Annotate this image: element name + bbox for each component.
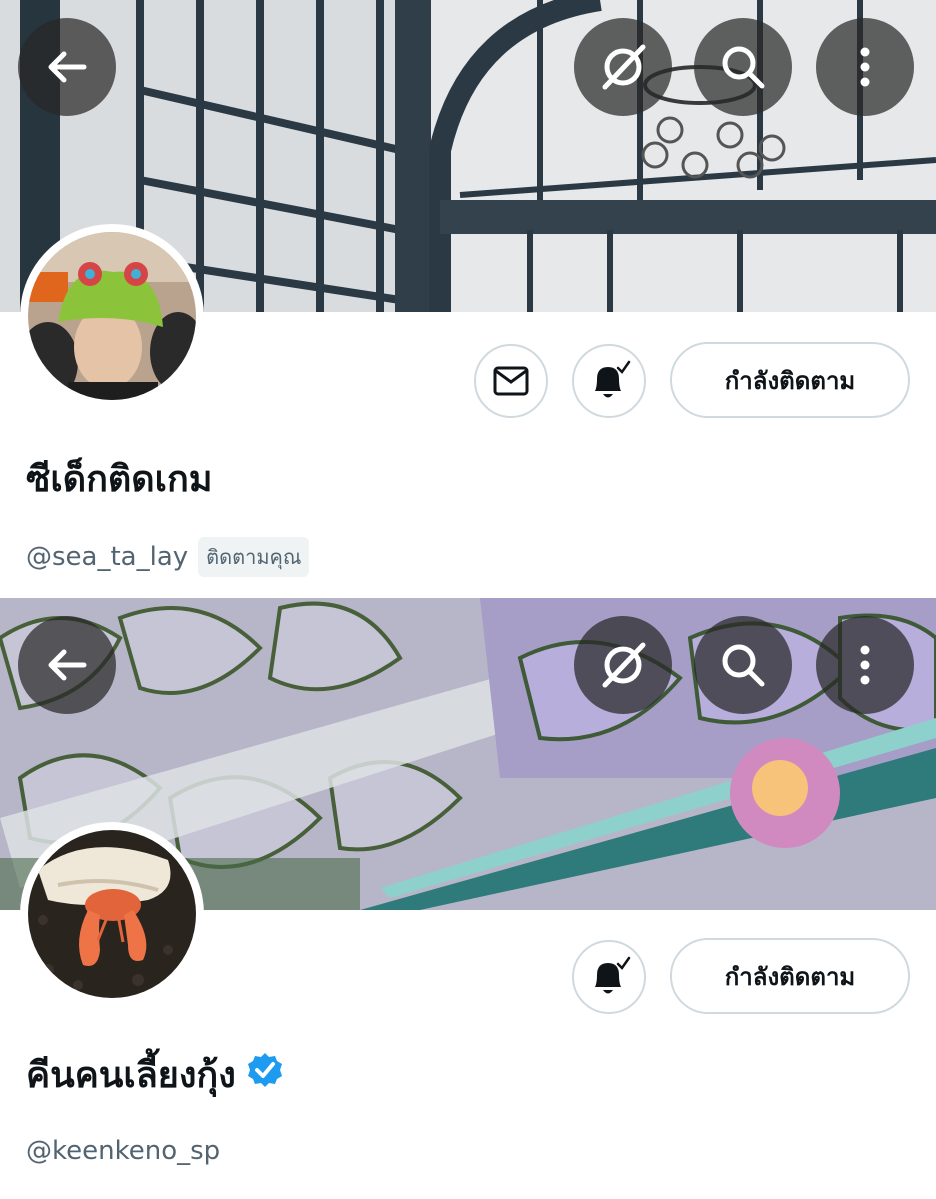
handle: @sea_ta_lay bbox=[26, 542, 189, 572]
back-arrow-icon bbox=[48, 51, 87, 83]
following-button[interactable]: กำลังติดตาม bbox=[670, 938, 910, 1014]
search-icon bbox=[722, 46, 765, 89]
back-button[interactable] bbox=[18, 18, 116, 116]
avatar-photo bbox=[28, 232, 196, 400]
more-button[interactable] bbox=[816, 18, 914, 116]
handle: @keenkeno_sp bbox=[26, 1136, 221, 1166]
handle-row: @sea_ta_lay ติดตามคุณ bbox=[26, 537, 310, 577]
profile-avatar[interactable] bbox=[20, 822, 204, 1006]
grok-icon bbox=[602, 44, 646, 90]
message-button[interactable] bbox=[474, 344, 548, 418]
avatar-photo-hermit-crab bbox=[28, 830, 196, 998]
more-button[interactable] bbox=[816, 616, 914, 714]
more-vertical-icon bbox=[860, 645, 870, 685]
notifications-button[interactable] bbox=[572, 940, 646, 1014]
profile-header-2: กำลังติดตาม คีนคนเลี้ยงกุ้ง @keenkeno_sp bbox=[0, 598, 936, 1199]
follows-you-badge: ติดตามคุณ bbox=[198, 537, 310, 577]
back-arrow-icon bbox=[48, 649, 87, 681]
more-vertical-icon bbox=[860, 47, 870, 87]
notifications-button[interactable] bbox=[572, 344, 646, 418]
display-name: ซีเด็กติดเกม bbox=[26, 450, 213, 507]
grok-button[interactable] bbox=[574, 616, 672, 714]
profile-avatar[interactable] bbox=[20, 224, 204, 408]
handle-row: @keenkeno_sp bbox=[26, 1136, 220, 1166]
display-name-text: คีนคนเลี้ยงกุ้ง bbox=[26, 1055, 236, 1096]
grok-button[interactable] bbox=[574, 18, 672, 116]
bell-subscribed-icon bbox=[595, 956, 631, 994]
profile-header-1: กำลังติดตาม ซีเด็กติดเกม @sea_ta_lay ติด… bbox=[0, 0, 936, 598]
search-icon bbox=[722, 644, 765, 687]
verified-badge-icon bbox=[246, 1051, 284, 1098]
envelope-icon bbox=[493, 366, 529, 396]
search-button[interactable] bbox=[694, 18, 792, 116]
back-button[interactable] bbox=[18, 616, 116, 714]
grok-icon bbox=[602, 642, 646, 688]
display-name: คีนคนเลี้ยงกุ้ง bbox=[26, 1046, 284, 1103]
display-name-text: ซีเด็กติดเกม bbox=[26, 459, 213, 500]
search-button[interactable] bbox=[694, 616, 792, 714]
following-button[interactable]: กำลังติดตาม bbox=[670, 342, 910, 418]
bell-subscribed-icon bbox=[595, 360, 631, 398]
